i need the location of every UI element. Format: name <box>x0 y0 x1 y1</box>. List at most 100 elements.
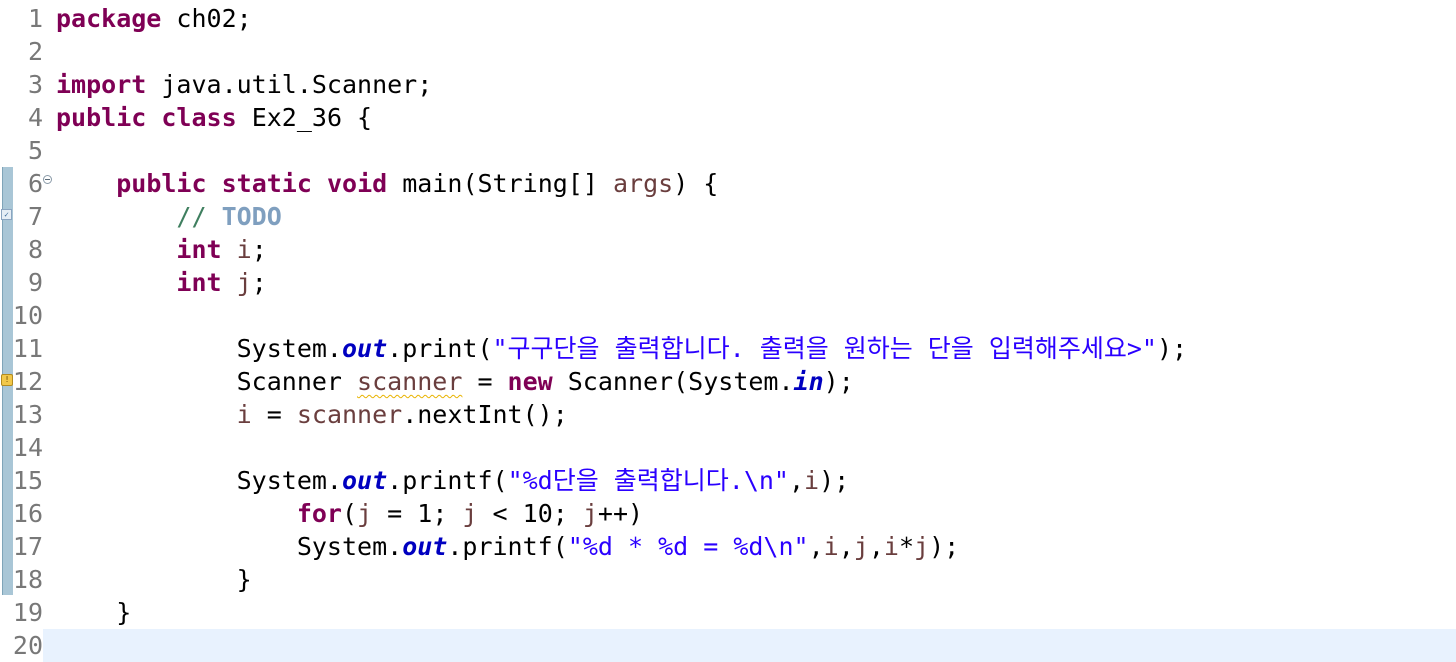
code-token: , <box>838 532 854 561</box>
code-token: .printf( <box>387 466 508 495</box>
code-token: main(String[] <box>387 169 613 198</box>
code-token: = <box>251 400 297 429</box>
line-number: 9 <box>27 268 43 297</box>
code-line-8[interactable]: 8 int i; <box>0 233 1456 266</box>
line-number: 17 <box>12 532 43 561</box>
code-token: scanner <box>357 367 463 396</box>
line-number: 11 <box>12 334 43 363</box>
code-editor[interactable]: ✓ ! 1 package ch02; 2 3 import java.util.Sca… <box>0 0 1456 662</box>
code-line-16[interactable]: 16 for(j = 1; j < 10; j++) <box>0 497 1456 530</box>
code-token: = <box>462 367 508 396</box>
line-code[interactable]: public static void main(String[] args) { <box>56 167 718 200</box>
code-token: j <box>236 268 252 297</box>
code-token: Ex2_36 { <box>236 103 373 132</box>
code-token: j <box>582 499 598 528</box>
code-token: package <box>56 4 162 33</box>
line-code[interactable]: System.out.print("구구단을 출력합니다. 출력을 원하는 단을… <box>56 332 1187 365</box>
line-code[interactable]: int j; <box>56 266 267 299</box>
code-token: ; <box>251 235 267 264</box>
line-number: 14 <box>12 433 43 462</box>
code-token: * <box>898 532 915 561</box>
code-token: ) { <box>673 169 719 198</box>
code-token: .print( <box>387 334 493 363</box>
code-token: int <box>176 268 222 297</box>
code-line-1[interactable]: 1 package ch02; <box>0 2 1456 35</box>
code-line-11[interactable]: 11 System.out.print("구구단을 출력합니다. 출력을 원하는… <box>0 332 1456 365</box>
line-number: 1 <box>27 4 43 33</box>
code-line-13[interactable]: 13 i = scanner.nextInt(); <box>0 398 1456 431</box>
code-token: System. <box>56 466 342 495</box>
line-code[interactable]: } <box>56 563 252 596</box>
code-line-6[interactable]: 6 public static void main(String[] args)… <box>0 167 1456 200</box>
code-token: ( <box>341 499 358 528</box>
code-token: j <box>914 532 930 561</box>
line-code[interactable]: int i; <box>56 233 267 266</box>
code-line-7[interactable]: 7 // TODO <box>0 200 1456 233</box>
code-token: System. <box>56 334 342 363</box>
code-line-5[interactable]: 5 <box>0 134 1456 167</box>
code-token: ch02; <box>161 4 252 33</box>
code-token: new <box>507 367 553 396</box>
code-token: , <box>868 532 884 561</box>
code-line-2[interactable]: 2 <box>0 35 1456 68</box>
line-code[interactable]: i = scanner.nextInt(); <box>56 398 568 431</box>
code-token: < 10; <box>477 499 583 528</box>
line-number: 18 <box>12 565 43 594</box>
code-token: // <box>176 202 222 231</box>
code-line-19[interactable]: 19 } <box>0 596 1456 629</box>
code-line-14[interactable]: 14 <box>0 431 1456 464</box>
code-line-18[interactable]: 18 } <box>0 563 1456 596</box>
code-token: class <box>161 103 237 132</box>
code-token: Scanner <box>56 367 358 396</box>
line-number: 10 <box>12 301 43 330</box>
code-token: i <box>823 532 839 561</box>
code-token: , <box>788 466 805 495</box>
code-line-10[interactable]: 10 <box>0 299 1456 332</box>
code-token: .nextInt(); <box>402 400 568 429</box>
code-token: , <box>808 532 824 561</box>
code-line-3[interactable]: 3 import java.util.Scanner; <box>0 68 1456 101</box>
line-code[interactable]: // TODO <box>56 200 281 233</box>
code-line-20[interactable]: 20 <box>0 629 1456 662</box>
code-token: ; <box>251 268 267 297</box>
line-number: 2 <box>27 37 43 66</box>
line-number: 8 <box>27 235 43 264</box>
line-number: 6 <box>27 169 43 198</box>
code-line-15[interactable]: 15 System.out.printf("%d단을 출력합니다.\n",i); <box>0 464 1456 497</box>
code-token: public <box>116 169 207 198</box>
code-token: out <box>402 532 448 561</box>
line-number: 4 <box>27 103 43 132</box>
line-code[interactable]: package ch02; <box>56 2 252 35</box>
code-line-9[interactable]: 9 int j; <box>0 266 1456 299</box>
code-line-17[interactable]: 17 System.out.printf("%d * %d = %d\n",i,… <box>0 530 1456 563</box>
line-number: 13 <box>12 400 43 429</box>
line-code[interactable]: import java.util.Scanner; <box>56 68 432 101</box>
code-token: ); <box>819 466 850 495</box>
code-token: int <box>176 235 222 264</box>
line-code[interactable]: for(j = 1; j < 10; j++) <box>56 497 643 530</box>
line-number: 16 <box>12 499 43 528</box>
code-token: args <box>612 169 674 198</box>
code-token: i <box>883 532 899 561</box>
line-code[interactable]: Scanner scanner = new Scanner(System.in)… <box>56 365 854 398</box>
line-code[interactable]: System.out.printf("%d단을 출력합니다.\n",i); <box>56 464 850 497</box>
line-code[interactable]: } <box>56 596 131 629</box>
code-token: System. <box>56 532 403 561</box>
code-token: in <box>793 367 824 396</box>
code-token: ); <box>1156 334 1188 363</box>
code-line-4[interactable]: 4 public class Ex2_36 { <box>0 101 1456 134</box>
code-token: .printf( <box>447 532 568 561</box>
line-code[interactable]: System.out.printf("%d * %d = %d\n",i,j,i… <box>56 530 959 563</box>
line-code[interactable]: public class Ex2_36 { <box>56 101 372 134</box>
code-token: ); <box>823 367 854 396</box>
code-token: j <box>462 499 478 528</box>
code-line-12[interactable]: 12 Scanner scanner = new Scanner(System.… <box>0 365 1456 398</box>
